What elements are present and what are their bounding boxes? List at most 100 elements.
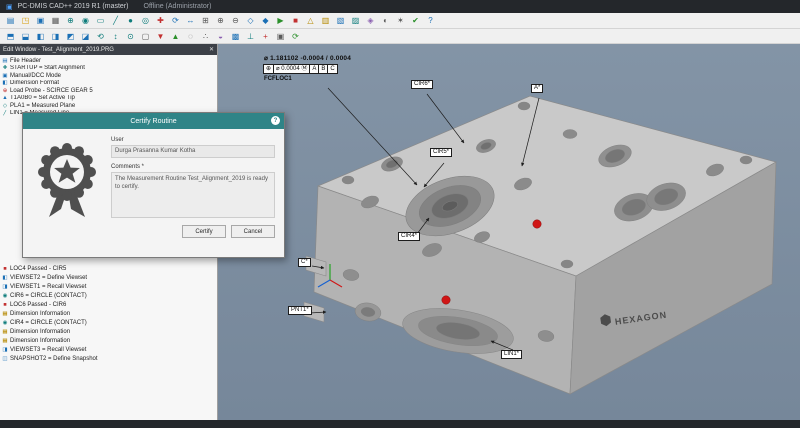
dimension-annotation[interactable]: ⌀ 1.181102 -0.0004 / 0.0004 ⊕ ⌀ 0.0004 Ⓜ…: [264, 54, 351, 82]
tree-item[interactable]: ▤ File Header: [2, 57, 217, 65]
feature-label-lin1[interactable]: LIN1*: [501, 350, 522, 359]
comments-field[interactable]: The Measurement Routine Test_Alignment_2…: [111, 172, 275, 218]
graphic-items[interactable]: ▩: [229, 30, 242, 43]
cancel-button[interactable]: Cancel: [231, 225, 275, 238]
tree-item-label: Load Probe - SCIRCE GEAR 5: [10, 88, 93, 94]
tree-item-icon: ■: [2, 266, 8, 272]
wireframe-view[interactable]: ◇: [244, 14, 257, 27]
tree-item[interactable]: ▲ T1A0B0 = Set Active Tip: [2, 95, 217, 103]
help[interactable]: ?: [424, 14, 437, 27]
feature-id-labels[interactable]: ◌: [184, 30, 197, 43]
view-iso[interactable]: ⬒: [4, 30, 17, 43]
tree-item[interactable]: ■ LOC4 Passed - CIR5: [2, 264, 217, 273]
measured-line[interactable]: ╱: [109, 14, 122, 27]
check-certify[interactable]: ✔: [409, 14, 422, 27]
probe-mode[interactable]: ▼: [154, 30, 167, 43]
tree-item[interactable]: ◫ SNAPSHOT2 = Define Snapshot: [2, 354, 217, 363]
zoom-out[interactable]: ⊖: [229, 14, 242, 27]
measured-plane[interactable]: ▭: [94, 14, 107, 27]
routine-command-tree: ▤ File Header ✚ STARTUP = Start Alignmen…: [0, 55, 217, 117]
new-routine[interactable]: ▤: [4, 14, 17, 27]
report-window[interactable]: ▧: [334, 14, 347, 27]
view-back[interactable]: ◩: [64, 30, 77, 43]
define-snapshot[interactable]: ▣: [274, 30, 287, 43]
tree-item[interactable]: ◉ CIR4 = CIRCLE (CONTACT): [2, 318, 217, 327]
view-front[interactable]: ◧: [34, 30, 47, 43]
datum-label-c[interactable]: C*: [298, 258, 311, 267]
cad-zoom[interactable]: ⊙: [124, 30, 137, 43]
dialog-help-icon[interactable]: ?: [271, 116, 280, 125]
translate-view[interactable]: ↔: [184, 14, 197, 27]
tree-item-icon: ◫: [2, 356, 8, 362]
cad-model-canvas[interactable]: HEXAGON: [218, 44, 800, 420]
tree-item[interactable]: ◨ VIEWSET3 = Recall Viewset: [2, 345, 217, 354]
datum-label-a[interactable]: A*: [531, 84, 543, 93]
feature-label-cir5[interactable]: CIR5*: [430, 148, 452, 157]
graphic-display-window[interactable]: HEXAGON ⌀ 1.181102 -0.0004 / 0.0004 ⊕ ⌀ …: [218, 44, 800, 420]
shaded-view[interactable]: ◆: [259, 14, 272, 27]
scale-to-fit[interactable]: ▢: [139, 30, 152, 43]
tree-item[interactable]: ▦ Dimension Information: [2, 309, 217, 318]
tree-item-icon: ◧: [2, 80, 8, 86]
zoom-fit[interactable]: ⊞: [199, 14, 212, 27]
print[interactable]: ▦: [49, 14, 62, 27]
settings[interactable]: ✶: [394, 14, 407, 27]
feature-label-pnt1[interactable]: PNT1*: [288, 306, 312, 315]
tree-item[interactable]: ◉ CIR6 = CIRCLE (CONTACT): [2, 291, 217, 300]
tree-item[interactable]: ▣ Manual/DCC Mode: [2, 72, 217, 80]
refresh-graphics[interactable]: ⟳: [289, 30, 302, 43]
tree-item-icon: ◨: [2, 284, 8, 290]
tree-item[interactable]: ◨ VIEWSET1 = Recall Viewset: [2, 282, 217, 291]
tree-item[interactable]: ■ LOC6 Passed - CIR6: [2, 300, 217, 309]
fcf-name: FCFLOC1: [264, 76, 351, 82]
tree-item[interactable]: ⊕ Load Probe - SCIRCE GEAR 5: [2, 87, 217, 95]
comment[interactable]: ▥: [319, 14, 332, 27]
stop-execute[interactable]: ■: [289, 14, 302, 27]
certify-button[interactable]: Certify: [182, 225, 226, 238]
measured-circle[interactable]: ◎: [139, 14, 152, 27]
tree-item-icon: ▦: [2, 311, 8, 317]
tree-item[interactable]: ▦ Dimension Information: [2, 336, 217, 345]
gage[interactable]: ◒: [214, 30, 227, 43]
user-field[interactable]: Durga Prasanna Kumar Kotha: [111, 145, 275, 158]
camera-snapshot[interactable]: ◐: [379, 14, 392, 27]
open-routine[interactable]: ◳: [19, 14, 32, 27]
tree-item-label: Dimension Information: [10, 329, 70, 335]
tree-item-icon: ◉: [2, 293, 8, 299]
tree-item-label: Dimension Information: [10, 338, 70, 344]
summary-mode[interactable]: ▨: [349, 14, 362, 27]
dimension[interactable]: △: [304, 14, 317, 27]
execute[interactable]: ▶: [274, 14, 287, 27]
view-left[interactable]: ◪: [79, 30, 92, 43]
zoom-in[interactable]: ⊕: [214, 14, 227, 27]
feature-label-cir4[interactable]: CIR4*: [398, 232, 420, 241]
pcdmis-window: ▣ PC-DMIS CAD++ 2019 R1 (master) Offline…: [0, 0, 800, 428]
auto-feature[interactable]: ◉: [79, 14, 92, 27]
tree-item-icon: ■: [2, 302, 8, 308]
tree-item[interactable]: ▦ Dimension Information: [2, 327, 217, 336]
feature-label-cir6[interactable]: CIR6*: [411, 80, 433, 89]
cad-rotate[interactable]: ⟲: [94, 30, 107, 43]
cad-pan[interactable]: ↕: [109, 30, 122, 43]
tree-item-icon: ⊕: [2, 88, 8, 94]
window-title: PC-DMIS CAD++ 2019 R1 (master): [18, 3, 129, 10]
alignment[interactable]: ✚: [154, 14, 167, 27]
show-hits[interactable]: ∴: [199, 30, 212, 43]
view-top[interactable]: ⬓: [19, 30, 32, 43]
close-icon[interactable]: ✕: [209, 46, 214, 53]
tree-item[interactable]: ◧ Dimension Format: [2, 80, 217, 88]
save-routine[interactable]: ▣: [34, 14, 47, 27]
certify-routine-dialog: Certify Routine ?: [22, 112, 285, 258]
measured-point[interactable]: ●: [124, 14, 137, 27]
dialog-title: Certify Routine: [130, 118, 176, 125]
origin-feature[interactable]: +: [259, 30, 272, 43]
tree-item[interactable]: ◇ PLA1 = Measured Plane: [2, 102, 217, 110]
view-right[interactable]: ◨: [49, 30, 62, 43]
probe-utilities[interactable]: ⊕: [64, 14, 77, 27]
rotate-view[interactable]: ⟳: [169, 14, 182, 27]
tree-item[interactable]: ◧ VIEWSET2 = Define Viewset: [2, 273, 217, 282]
probe-toolbox[interactable]: ◈: [364, 14, 377, 27]
level-feature[interactable]: ⊥: [244, 30, 257, 43]
tree-item[interactable]: ✚ STARTUP = Start Alignment: [2, 65, 217, 73]
dcc-mode[interactable]: ▲: [169, 30, 182, 43]
